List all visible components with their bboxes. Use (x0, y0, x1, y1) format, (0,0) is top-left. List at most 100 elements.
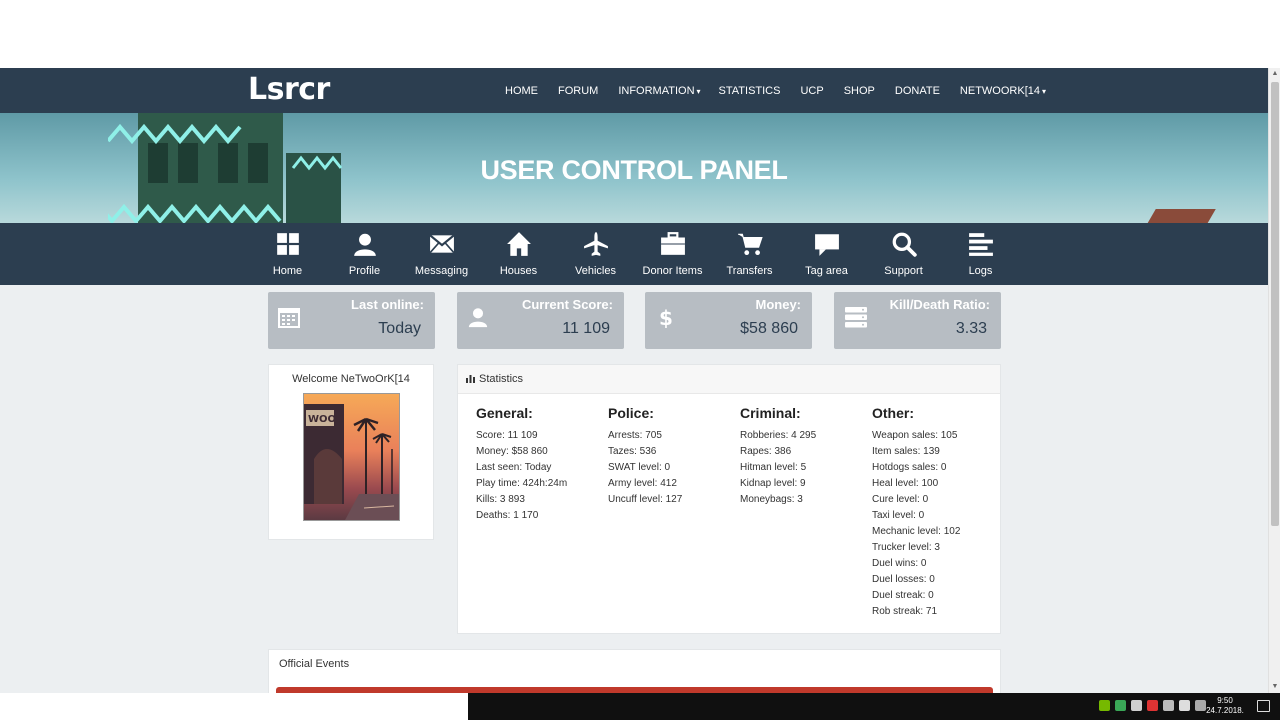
system-tray (1099, 700, 1206, 711)
column-heading: Other: (872, 405, 914, 421)
hero-banner: USER CONTROL PANEL (0, 113, 1268, 223)
ucp-menu: Home Profile Messaging Houses Vehicles D… (0, 223, 1268, 285)
nav-information[interactable]: INFORMATION ▾ (609, 85, 709, 97)
avatar: WOOD (303, 393, 400, 521)
ucp-item-vehicles[interactable]: Vehicles (557, 223, 634, 285)
dollar-icon: $ (659, 306, 673, 328)
top-blank-area (0, 0, 1280, 68)
stat-label: Current Score: (521, 297, 613, 312)
page-scrollbar[interactable]: ▲ ▼ (1268, 68, 1280, 693)
nav-donate[interactable]: DONATE (886, 85, 951, 97)
browser-viewport: Lsrcr HOME FORUM INFORMATION ▾ STATISTICS… (0, 68, 1268, 693)
bar-chart-icon (466, 375, 475, 383)
ucp-item-donor-items[interactable]: Donor Items (634, 223, 711, 285)
stat-line: Last seen: Today (476, 462, 552, 473)
nav-forum[interactable]: FORUM (549, 85, 609, 97)
official-events-card: Official Events (268, 649, 1001, 693)
column-heading: Criminal: (740, 405, 801, 421)
stat-line: Kills: 3 893 (476, 494, 525, 505)
avatar-scene: WOOD (304, 404, 399, 520)
stat-line: Hitman level: 5 (740, 462, 807, 473)
notification-center-icon[interactable] (1257, 700, 1270, 712)
network-icon[interactable] (1163, 700, 1174, 711)
statistics-card: Statistics General: Score: 11 109 Money:… (457, 364, 1001, 634)
nav-ucp[interactable]: UCP (791, 85, 834, 97)
nvidia-icon[interactable] (1099, 700, 1110, 711)
ucp-item-tag-area[interactable]: Tag area (788, 223, 865, 285)
airplane-icon (583, 232, 608, 256)
server-icon (845, 307, 867, 328)
calendar-icon (278, 308, 300, 328)
stat-line: Rapes: 386 (740, 446, 792, 457)
nav-shop[interactable]: SHOP (835, 85, 886, 97)
ucp-item-logs[interactable]: Logs (942, 223, 1019, 285)
stat-line: Money: $58 860 (476, 446, 548, 457)
stats-column-general: General: Score: 11 109 Money: $58 860 La… (476, 405, 567, 524)
statistics-title: Statistics (479, 373, 524, 385)
column-heading: General: (476, 405, 533, 421)
steam-shield-icon[interactable] (1115, 700, 1126, 711)
top-navbar: Lsrcr HOME FORUM INFORMATION ▾ STATISTICS… (0, 68, 1268, 113)
nav-user-menu[interactable]: NETWOORK[14 ▾ (951, 85, 1055, 97)
security-alert-icon[interactable] (1147, 700, 1158, 711)
stat-line: Cure level: 0 (872, 494, 929, 505)
taskbar-clock[interactable]: 9:50 24.7.2018. (1204, 696, 1246, 716)
scrollbar-thumb[interactable] (1271, 82, 1279, 526)
scroll-up-arrow-icon[interactable]: ▲ (1269, 68, 1280, 80)
stats-column-police: Police: Arrests: 705 Tazes: 536 SWAT lev… (608, 405, 682, 508)
roof-detail (1144, 209, 1216, 223)
stat-line: Duel wins: 0 (872, 558, 927, 569)
briefcase-icon (660, 232, 685, 255)
stat-line: Duel losses: 0 (872, 574, 935, 585)
clock-date: 24.7.2018. (1206, 706, 1244, 715)
stats-column-criminal: Criminal: Robberies: 4 295 Rapes: 386 Hi… (740, 405, 816, 508)
stat-line: Robberies: 4 295 (740, 430, 817, 441)
stat-label: Kill/Death Ratio: (889, 297, 990, 312)
stat-line: Weapon sales: 105 (872, 430, 958, 441)
stat-line: Mechanic level: 102 (872, 526, 961, 537)
stat-kill-death-ratio: Kill/Death Ratio: 3.33 (834, 292, 1001, 349)
ucp-item-messaging[interactable]: Messaging (403, 223, 480, 285)
cart-icon (737, 233, 763, 256)
ucp-item-houses[interactable]: Houses (480, 223, 557, 285)
stat-line: Tazes: 536 (608, 446, 657, 457)
caret-down-icon: ▾ (696, 86, 701, 96)
stat-line: Rob streak: 71 (872, 606, 938, 617)
stats-column-other: Other: Weapon sales: 105 Item sales: 139… (872, 405, 960, 620)
stat-line: Score: 11 109 (476, 430, 538, 441)
stat-line: Uncuff level: 127 (608, 494, 683, 505)
search-icon (892, 232, 917, 257)
scroll-down-arrow-icon[interactable]: ▼ (1269, 681, 1280, 693)
page-title: USER CONTROL PANEL (480, 155, 788, 185)
stat-line: Arrests: 705 (608, 430, 662, 441)
envelope-icon (428, 234, 455, 254)
volume-icon[interactable] (1179, 700, 1190, 711)
ucp-item-profile[interactable]: Profile (326, 223, 403, 285)
stat-line: Deaths: 1 170 (476, 510, 539, 521)
stat-line: Item sales: 139 (872, 446, 940, 457)
ucp-item-home[interactable]: Home (249, 223, 326, 285)
stat-line: Heal level: 100 (872, 478, 939, 489)
grid-icon (276, 233, 299, 255)
stat-line: Duel streak: 0 (872, 590, 934, 601)
user-icon (353, 233, 376, 256)
ucp-item-support[interactable]: Support (865, 223, 942, 285)
user-icon (468, 308, 488, 328)
site-logo[interactable]: Lsrcr (248, 72, 330, 107)
clock-time: 9:50 (1217, 696, 1233, 705)
stat-value: 3.33 (955, 320, 987, 337)
caret-down-icon: ▾ (1042, 86, 1047, 96)
stat-line: Kidnap level: 9 (740, 478, 806, 489)
list-icon (968, 233, 993, 256)
welcome-text: Welcome NeTwoOrK[14 (292, 373, 410, 385)
stat-line: Hotdogs sales: 0 (872, 462, 947, 473)
nav-statistics[interactable]: STATISTICS (710, 85, 792, 97)
stat-line: Trucker level: 3 (872, 542, 940, 553)
avatar-sign-text: WOOD (308, 414, 344, 425)
nav-links: HOME FORUM INFORMATION ▾ STATISTICS UCP S… (496, 68, 1055, 113)
nav-home[interactable]: HOME (496, 85, 549, 97)
usb-icon[interactable] (1131, 700, 1142, 711)
stat-line: Army level: 412 (608, 478, 677, 489)
ucp-item-transfers[interactable]: Transfers (711, 223, 788, 285)
events-title: Official Events (279, 658, 350, 670)
